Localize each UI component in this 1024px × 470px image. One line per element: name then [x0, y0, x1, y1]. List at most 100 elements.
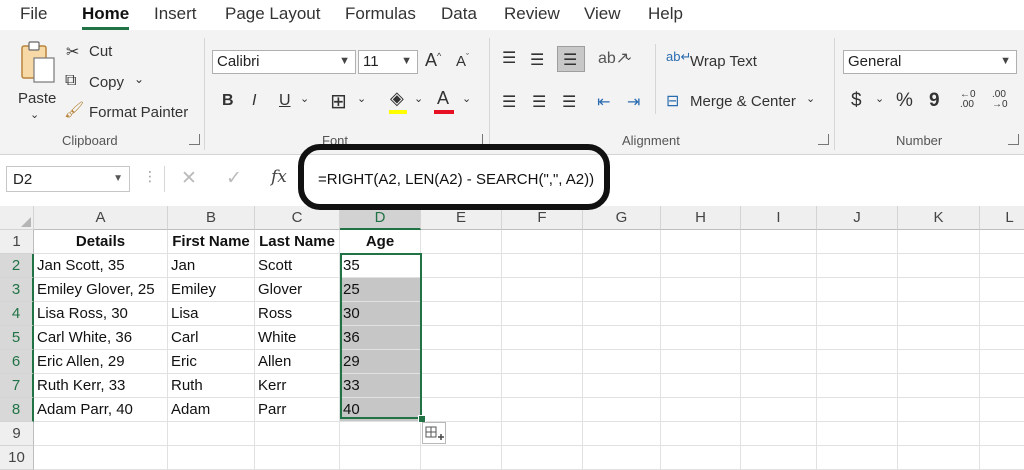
cell-a4[interactable]: Lisa Ross, 30 — [34, 302, 168, 326]
font-size-select[interactable]: 11 ▼ — [358, 50, 418, 74]
align-bottom-button[interactable]: ☰ — [557, 46, 585, 72]
cell-h10[interactable] — [661, 446, 741, 470]
tab-view[interactable]: View — [584, 4, 621, 24]
cell-h4[interactable] — [661, 302, 741, 326]
cell-h9[interactable] — [661, 422, 741, 446]
cell-i8[interactable] — [741, 398, 817, 422]
align-top-icon[interactable]: ☰ — [502, 48, 516, 68]
cell-l4[interactable] — [980, 302, 1024, 326]
alignment-launcher-icon[interactable] — [818, 134, 829, 145]
row-header-3[interactable]: 3 — [0, 278, 34, 302]
cell-g5[interactable] — [583, 326, 661, 350]
tab-review[interactable]: Review — [504, 4, 560, 24]
cell-j5[interactable] — [817, 326, 898, 350]
cell-g8[interactable] — [583, 398, 661, 422]
tab-file[interactable]: File — [20, 4, 47, 24]
cell-j8[interactable] — [817, 398, 898, 422]
align-left-icon[interactable]: ☰ — [502, 92, 516, 112]
cell-b8[interactable]: Adam — [168, 398, 255, 422]
cell-e3[interactable] — [421, 278, 502, 302]
cut-button[interactable]: Cut — [89, 43, 112, 60]
cell-b4[interactable]: Lisa — [168, 302, 255, 326]
cell-j1[interactable] — [817, 230, 898, 254]
cell-j9[interactable] — [817, 422, 898, 446]
cell-h5[interactable] — [661, 326, 741, 350]
cell-g4[interactable] — [583, 302, 661, 326]
cell-c10[interactable] — [255, 446, 340, 470]
copy-dropdown-icon[interactable]: ⌄ — [134, 72, 144, 86]
cell-i5[interactable] — [741, 326, 817, 350]
insert-function-icon[interactable]: fx — [271, 167, 287, 187]
cell-f2[interactable] — [502, 254, 583, 278]
paste-dropdown-icon[interactable]: ⌄ — [30, 108, 39, 121]
cell-d10[interactable] — [340, 446, 421, 470]
fill-color-icon[interactable]: ◈ — [390, 88, 404, 109]
row-header-5[interactable]: 5 — [0, 326, 34, 350]
currency-dropdown-icon[interactable]: ⌄ — [875, 92, 884, 105]
cell-b3[interactable]: Emiley — [168, 278, 255, 302]
cell-i9[interactable] — [741, 422, 817, 446]
cell-b9[interactable] — [168, 422, 255, 446]
cell-k1[interactable] — [898, 230, 980, 254]
cell-h2[interactable] — [661, 254, 741, 278]
cell-d9[interactable] — [340, 422, 421, 446]
cell-e7[interactable] — [421, 374, 502, 398]
cell-e10[interactable] — [421, 446, 502, 470]
cell-i4[interactable] — [741, 302, 817, 326]
underline-button[interactable]: U — [279, 92, 291, 110]
cell-j2[interactable] — [817, 254, 898, 278]
cell-f7[interactable] — [502, 374, 583, 398]
cell-l6[interactable] — [980, 350, 1024, 374]
cell-h1[interactable] — [661, 230, 741, 254]
cell-c4[interactable]: Ross — [255, 302, 340, 326]
decrease-font-icon[interactable]: Aˇ — [456, 52, 469, 70]
increase-indent-icon[interactable]: ⇥ — [627, 92, 640, 112]
merge-dropdown-icon[interactable]: ⌄ — [806, 92, 815, 105]
tab-data[interactable]: Data — [441, 4, 477, 24]
cell-f6[interactable] — [502, 350, 583, 374]
tab-home[interactable]: Home — [82, 4, 129, 24]
cell-e4[interactable] — [421, 302, 502, 326]
row-header-8[interactable]: 8 — [0, 398, 34, 422]
select-all-corner[interactable] — [0, 206, 34, 230]
cell-l2[interactable] — [980, 254, 1024, 278]
number-format-select[interactable]: General ▼ — [843, 50, 1017, 74]
cell-h8[interactable] — [661, 398, 741, 422]
cell-c7[interactable]: Kerr — [255, 374, 340, 398]
wrap-text-button[interactable]: Wrap Text — [690, 53, 757, 70]
cell-j3[interactable] — [817, 278, 898, 302]
enter-icon[interactable]: ✓ — [226, 167, 242, 190]
font-name-select[interactable]: Calibri ▼ — [212, 50, 356, 74]
cell-g3[interactable] — [583, 278, 661, 302]
cell-c1[interactable]: Last Name — [255, 230, 340, 254]
column-header-g[interactable]: G — [583, 206, 661, 230]
clipboard-launcher-icon[interactable] — [189, 134, 200, 145]
cell-g6[interactable] — [583, 350, 661, 374]
cell-l3[interactable] — [980, 278, 1024, 302]
cell-e1[interactable] — [421, 230, 502, 254]
cell-l10[interactable] — [980, 446, 1024, 470]
cell-g10[interactable] — [583, 446, 661, 470]
cell-j4[interactable] — [817, 302, 898, 326]
cell-e2[interactable] — [421, 254, 502, 278]
cell-i2[interactable] — [741, 254, 817, 278]
number-launcher-icon[interactable] — [1008, 134, 1019, 145]
column-header-j[interactable]: J — [817, 206, 898, 230]
cell-a3[interactable]: Emiley Glover, 25 — [34, 278, 168, 302]
increase-font-icon[interactable]: A^ — [425, 50, 441, 71]
cell-a10[interactable] — [34, 446, 168, 470]
cell-l9[interactable] — [980, 422, 1024, 446]
underline-dropdown-icon[interactable]: ⌄ — [300, 92, 309, 105]
cell-k8[interactable] — [898, 398, 980, 422]
cell-k10[interactable] — [898, 446, 980, 470]
cell-e6[interactable] — [421, 350, 502, 374]
cell-g9[interactable] — [583, 422, 661, 446]
cell-c5[interactable]: White — [255, 326, 340, 350]
tab-help[interactable]: Help — [648, 4, 683, 24]
percent-button[interactable]: % — [896, 90, 913, 112]
row-header-10[interactable]: 10 — [0, 446, 34, 470]
cell-k2[interactable] — [898, 254, 980, 278]
cell-h7[interactable] — [661, 374, 741, 398]
cell-h6[interactable] — [661, 350, 741, 374]
row-header-9[interactable]: 9 — [0, 422, 34, 446]
